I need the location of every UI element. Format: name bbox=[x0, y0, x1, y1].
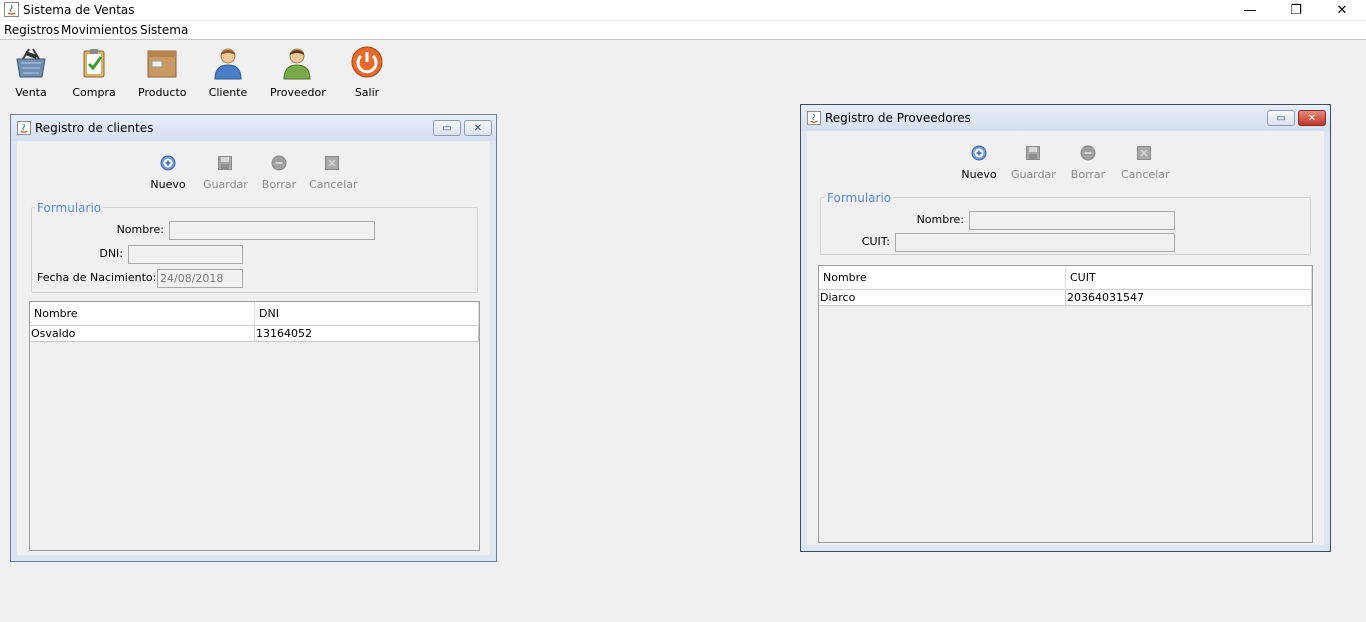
clientes-guardar-button[interactable]: Guardar bbox=[203, 155, 248, 191]
window-titlebar: Sistema de Ventas — ❐ ✕ bbox=[0, 0, 1366, 20]
proveedores-cancelar-label: Cancelar bbox=[1121, 168, 1170, 181]
menu-registros[interactable]: Registros bbox=[4, 23, 59, 37]
window-title: Sistema de Ventas bbox=[23, 3, 135, 17]
proveedores-borrar-button[interactable]: Borrar bbox=[1069, 145, 1107, 181]
menubar: Registros Movimientos Sistema bbox=[0, 21, 1366, 40]
maximize-button[interactable]: ❐ bbox=[1273, 0, 1319, 20]
proveedores-nuevo-button[interactable]: Nuevo bbox=[960, 145, 998, 181]
toolbar-venta-label: Venta bbox=[15, 86, 47, 99]
proveedores-table-header: Nombre CUIT bbox=[819, 266, 1312, 290]
clientes-window: Registro de clientes ▭ ✕ Nuevo Guardar B… bbox=[10, 114, 497, 562]
clientes-borrar-label: Borrar bbox=[261, 178, 297, 191]
save-icon bbox=[218, 156, 232, 170]
proveedores-cuit-label: CUIT: bbox=[861, 235, 890, 248]
proveedores-form-legend: Formulario bbox=[825, 191, 894, 205]
proveedores-body: Nuevo Guardar Borrar Cancelar Formulario… bbox=[807, 131, 1324, 545]
clientes-borrar-button[interactable]: Borrar bbox=[260, 155, 298, 191]
clientes-cancelar-button[interactable]: Cancelar bbox=[309, 155, 358, 191]
toolbar-salir-label: Salir bbox=[354, 86, 380, 99]
table-cell-nombre: Osvaldo bbox=[30, 326, 255, 342]
toolbar-cliente-button[interactable]: Cliente bbox=[207, 45, 249, 99]
proveedores-titlebar[interactable]: Registro de Proveedores ▭ ✕ bbox=[801, 105, 1330, 131]
proveedores-window: Registro de Proveedores ▭ ✕ Nuevo Guarda… bbox=[800, 104, 1331, 552]
power-icon bbox=[351, 46, 383, 78]
proveedores-close-button[interactable]: ✕ bbox=[1298, 110, 1326, 126]
menu-sistema[interactable]: Sistema bbox=[140, 23, 188, 37]
basket-icon bbox=[16, 48, 46, 78]
toolbar-proveedor-label: Proveedor bbox=[270, 86, 326, 99]
toolbar-producto-label: Producto bbox=[138, 86, 187, 99]
toolbar-venta-button[interactable]: Venta bbox=[8, 45, 54, 99]
clientes-nombre-field[interactable] bbox=[169, 221, 375, 240]
java-app-icon bbox=[4, 2, 19, 17]
column-header-nombre[interactable]: Nombre bbox=[819, 266, 1066, 290]
proveedores-cancelar-button[interactable]: Cancelar bbox=[1121, 145, 1170, 181]
person-icon bbox=[214, 48, 242, 80]
toolbar-compra-button[interactable]: Compra bbox=[72, 45, 116, 99]
java-app-icon bbox=[807, 111, 821, 125]
table-cell-nombre: Diarco bbox=[819, 290, 1066, 306]
clientes-guardar-label: Guardar bbox=[203, 178, 248, 191]
proveedores-guardar-button[interactable]: Guardar bbox=[1011, 145, 1056, 181]
table-row[interactable]: Diarco 20364031547 bbox=[819, 290, 1312, 306]
proveedores-minimize-button[interactable]: ▭ bbox=[1267, 110, 1295, 126]
toolbar-proveedor-button[interactable]: Proveedor bbox=[270, 45, 326, 99]
proveedores-nuevo-label: Nuevo bbox=[961, 168, 997, 181]
table-row[interactable]: Osvaldo 13164052 bbox=[30, 326, 479, 342]
toolbar-cliente-label: Cliente bbox=[208, 86, 248, 99]
proveedores-title: Registro de Proveedores bbox=[825, 111, 971, 125]
cancel-icon bbox=[1137, 146, 1151, 160]
remove-icon bbox=[271, 155, 287, 171]
clientes-title: Registro de clientes bbox=[35, 121, 154, 135]
proveedores-nombre-field[interactable] bbox=[969, 211, 1175, 230]
clientes-nombre-label: Nombre: bbox=[116, 223, 164, 236]
clientes-nuevo-label: Nuevo bbox=[150, 178, 186, 191]
column-header-nombre[interactable]: Nombre bbox=[30, 302, 255, 326]
close-icon: ✕ bbox=[473, 122, 483, 134]
clientes-close-button[interactable]: ✕ bbox=[464, 120, 492, 136]
toolbar-salir-button[interactable]: Salir bbox=[348, 45, 386, 99]
minimize-icon: ▭ bbox=[1276, 112, 1286, 124]
clientes-minimize-button[interactable]: ▭ bbox=[433, 120, 461, 136]
add-icon bbox=[160, 155, 176, 171]
clientes-titlebar[interactable]: Registro de clientes ▭ ✕ bbox=[11, 115, 496, 141]
clientes-dni-label: DNI: bbox=[99, 247, 123, 260]
clientes-fecha-field[interactable] bbox=[157, 269, 243, 288]
column-header-dni[interactable]: DNI bbox=[255, 302, 479, 326]
proveedores-nombre-label: Nombre: bbox=[916, 213, 964, 226]
save-icon bbox=[1026, 146, 1040, 160]
column-header-cuit[interactable]: CUIT bbox=[1066, 266, 1312, 290]
proveedores-guardar-label: Guardar bbox=[1011, 168, 1056, 181]
clientes-fecha-label: Fecha de Nacimiento: bbox=[37, 271, 157, 284]
menu-movimientos[interactable]: Movimientos bbox=[61, 23, 137, 37]
minimize-button[interactable]: — bbox=[1227, 0, 1273, 20]
minimize-icon: ▭ bbox=[442, 122, 452, 134]
table-cell-cuit: 20364031547 bbox=[1066, 290, 1312, 306]
table-cell-dni: 13164052 bbox=[255, 326, 479, 342]
clipboard-check-icon bbox=[83, 49, 105, 78]
clientes-nuevo-button[interactable]: Nuevo bbox=[149, 155, 187, 191]
cancel-icon bbox=[325, 156, 339, 170]
toolbar-compra-label: Compra bbox=[72, 86, 116, 99]
proveedores-table[interactable]: Nombre CUIT Diarco 20364031547 bbox=[818, 265, 1313, 543]
clientes-form-legend: Formulario bbox=[35, 201, 104, 215]
clientes-table-header: Nombre DNI bbox=[30, 302, 479, 326]
clientes-table[interactable]: Nombre DNI Osvaldo 13164052 bbox=[29, 301, 480, 551]
close-icon: ✕ bbox=[1307, 112, 1317, 124]
add-icon bbox=[971, 145, 987, 161]
supplier-person-icon bbox=[283, 48, 311, 80]
clientes-dni-field[interactable] bbox=[128, 245, 243, 264]
close-button[interactable]: ✕ bbox=[1319, 0, 1365, 20]
remove-icon bbox=[1080, 145, 1096, 161]
toolbar-producto-button[interactable]: Producto bbox=[138, 45, 187, 99]
box-icon bbox=[147, 50, 177, 78]
proveedores-cuit-field[interactable] bbox=[895, 233, 1175, 252]
java-app-icon bbox=[17, 121, 31, 135]
clientes-cancelar-label: Cancelar bbox=[309, 178, 358, 191]
proveedores-borrar-label: Borrar bbox=[1070, 168, 1106, 181]
clientes-body: Nuevo Guardar Borrar Cancelar Formulario… bbox=[17, 141, 490, 555]
